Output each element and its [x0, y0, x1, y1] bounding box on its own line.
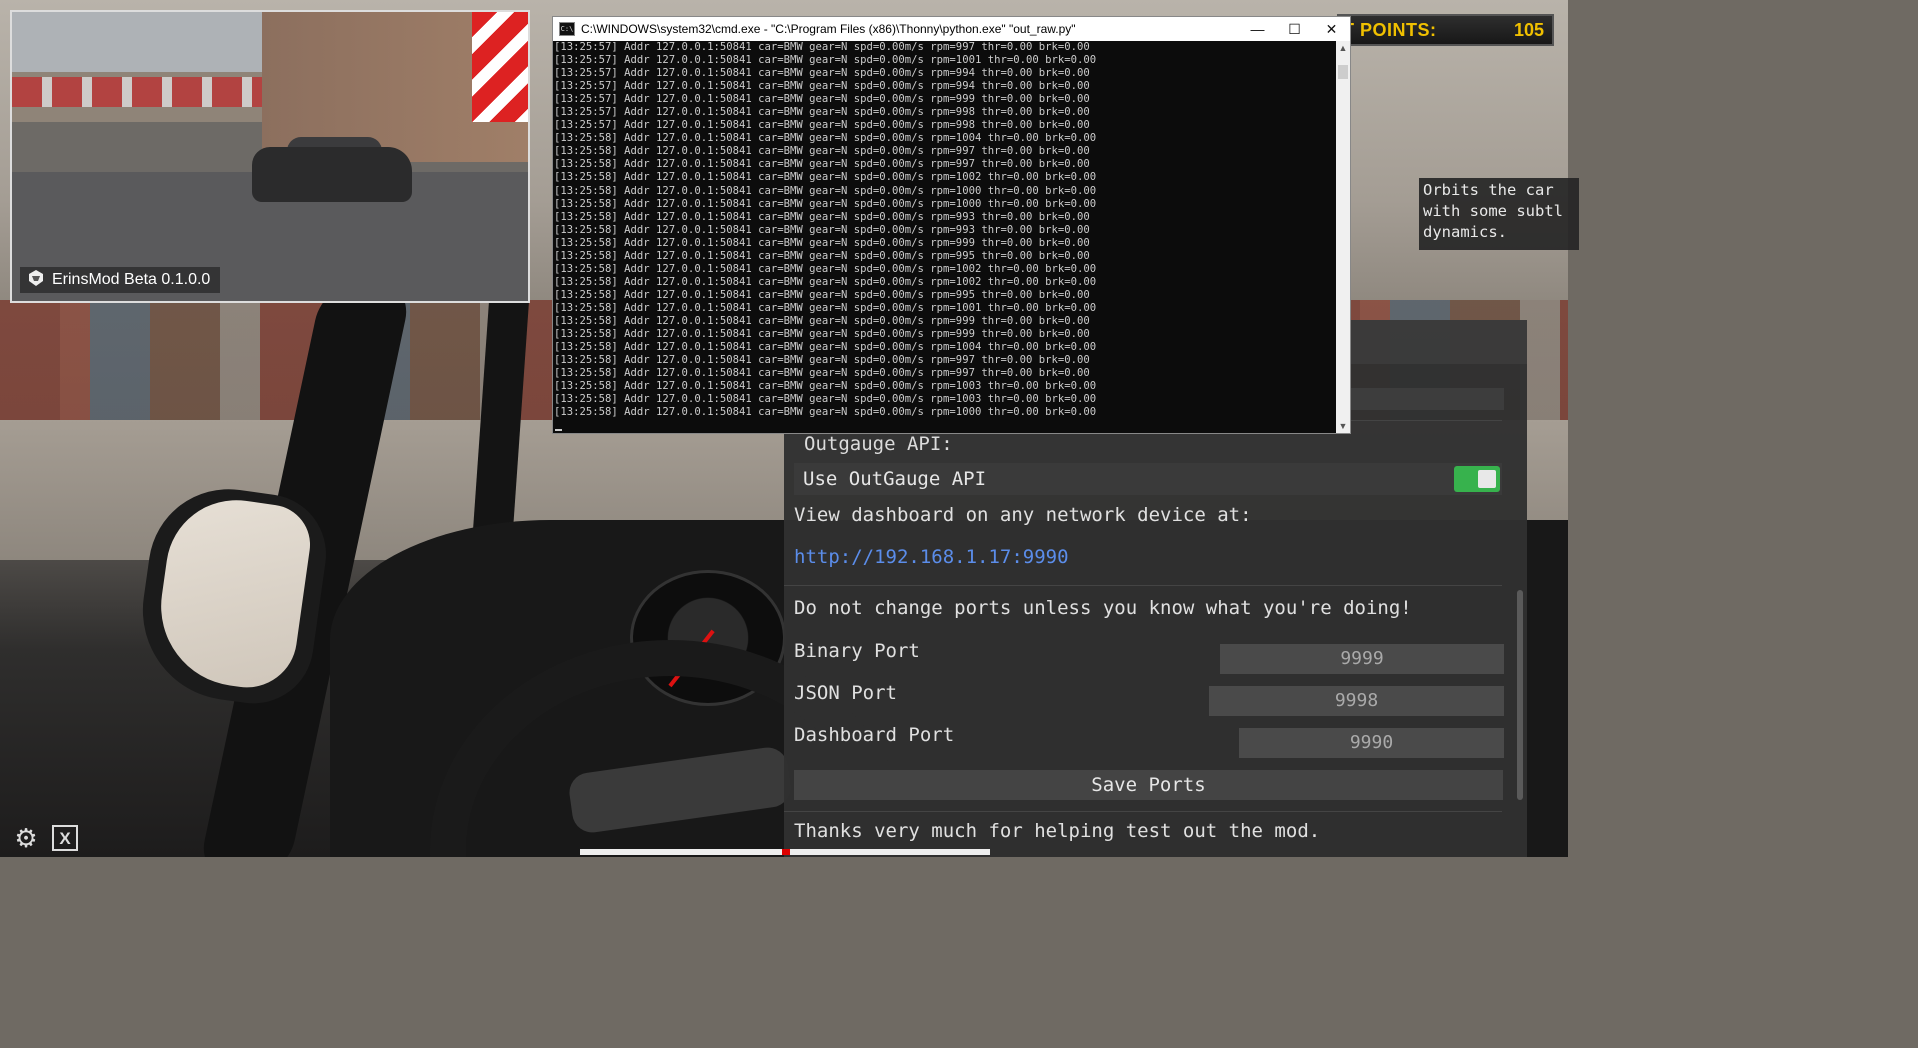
console-line: [13:25:58] Addr 127.0.0.1:50841 car=BMW … [554, 184, 1097, 197]
outgauge-toggle-label: Use OutGauge API [803, 468, 987, 490]
close-button[interactable]: ✕ [1313, 17, 1350, 41]
console-line: [13:25:58] Addr 127.0.0.1:50841 car=BMW … [554, 158, 1090, 171]
cmd-title: C:\WINDOWS\system32\cmd.exe - "C:\Progra… [581, 22, 1076, 36]
console-line: [13:25:58] Addr 127.0.0.1:50841 car=BMW … [554, 354, 1090, 367]
console-line: [13:25:58] Addr 127.0.0.1:50841 car=BMW … [554, 301, 1097, 314]
close-x-icon[interactable]: X [52, 825, 78, 851]
bottom-toolbar: ⚙ X [8, 822, 78, 854]
outgauge-section-title: Outgauge API: [804, 433, 953, 455]
dashboard-port-row: Dashboard Port 9990 [794, 724, 1504, 758]
console-cursor [555, 429, 562, 431]
json-port-input[interactable]: 9998 [1209, 686, 1504, 716]
console-line: [13:25:58] Addr 127.0.0.1:50841 car=BMW … [554, 249, 1090, 262]
mod-version-text: ErinsMod Beta 0.1.0.0 [52, 271, 211, 288]
points-counter: T POINTS: 105 [1337, 14, 1554, 46]
console-line: [13:25:57] Addr 127.0.0.1:50841 car=BMW … [554, 41, 1090, 53]
console-line: [13:25:58] Addr 127.0.0.1:50841 car=BMW … [554, 262, 1097, 275]
console-line: [13:25:58] Addr 127.0.0.1:50841 car=BMW … [554, 236, 1090, 249]
points-label: T POINTS: [1343, 19, 1437, 40]
dashboard-port-input[interactable]: 9990 [1239, 728, 1504, 758]
console-line: [13:25:58] Addr 127.0.0.1:50841 car=BMW … [554, 328, 1090, 341]
scroll-thumb[interactable] [1338, 65, 1348, 79]
maximize-button[interactable]: ☐ [1276, 17, 1313, 41]
thanks-text: Thanks very much for helping test out th… [794, 820, 1321, 842]
console-line: [13:25:58] Addr 127.0.0.1:50841 car=BMW … [554, 367, 1090, 380]
scroll-down-arrow-icon[interactable]: ▼ [1336, 419, 1350, 433]
console-line: [13:25:58] Addr 127.0.0.1:50841 car=BMW … [554, 223, 1090, 236]
dashboard-hint: View dashboard on any network device at: [794, 504, 1252, 526]
binary-port-label: Binary Port [794, 640, 920, 662]
json-port-label: JSON Port [794, 682, 897, 704]
preview-barrier [12, 77, 262, 107]
preview-chevron-sign [472, 12, 528, 122]
panel-field[interactable] [1349, 388, 1504, 410]
mod-logo-icon [26, 268, 46, 293]
console-line: [13:25:57] Addr 127.0.0.1:50841 car=BMW … [554, 119, 1090, 132]
console-line: [13:25:58] Addr 127.0.0.1:50841 car=BMW … [554, 132, 1097, 145]
points-value: 105 [1513, 19, 1544, 40]
console-line: [13:25:58] Addr 127.0.0.1:50841 car=BMW … [554, 406, 1097, 419]
cmd-window: C:\ C:\WINDOWS\system32\cmd.exe - "C:\Pr… [552, 16, 1351, 434]
console-line: [13:25:58] Addr 127.0.0.1:50841 car=BMW … [554, 171, 1097, 184]
json-port-row: JSON Port 9998 [794, 682, 1504, 716]
ports-warning: Do not change ports unless you know what… [794, 597, 1412, 619]
console-line: [13:25:58] Addr 127.0.0.1:50841 car=BMW … [554, 380, 1097, 393]
console-line: [13:25:58] Addr 127.0.0.1:50841 car=BMW … [554, 210, 1090, 223]
binary-port-input[interactable]: 9999 [1220, 644, 1504, 674]
binary-port-row: Binary Port 9999 [794, 640, 1504, 674]
camera-preview: ErinsMod Beta 0.1.0.0 [10, 10, 530, 303]
toggle-knob [1478, 470, 1496, 488]
settings-gear-icon[interactable]: ⚙ [8, 822, 44, 854]
camera-tooltip: Orbits the car with some subtl dynamics. [1419, 178, 1579, 250]
cmd-app-icon: C:\ [559, 22, 575, 36]
console-scrollbar[interactable]: ▲ ▼ [1336, 41, 1350, 433]
console-line: [13:25:57] Addr 127.0.0.1:50841 car=BMW … [554, 54, 1097, 67]
console-line: [13:25:58] Addr 127.0.0.1:50841 car=BMW … [554, 275, 1097, 288]
console-line: [13:25:58] Addr 127.0.0.1:50841 car=BMW … [554, 341, 1097, 354]
minimize-button[interactable]: — [1239, 17, 1276, 41]
panel-header [1349, 320, 1527, 364]
console-line: [13:25:58] Addr 127.0.0.1:50841 car=BMW … [554, 288, 1090, 301]
separator [784, 811, 1502, 812]
dashboard-port-label: Dashboard Port [794, 724, 955, 746]
mod-version-badge: ErinsMod Beta 0.1.0.0 [20, 267, 221, 293]
console-line: [13:25:58] Addr 127.0.0.1:50841 car=BMW … [554, 393, 1097, 406]
outgauge-toggle[interactable] [1454, 466, 1500, 492]
progress-marker [782, 849, 790, 855]
outgauge-toggle-row[interactable]: Use OutGauge API [794, 463, 1502, 495]
console-line: [13:25:57] Addr 127.0.0.1:50841 car=BMW … [554, 93, 1090, 106]
console-line: [13:25:58] Addr 127.0.0.1:50841 car=BMW … [554, 197, 1097, 210]
progress-track [580, 849, 990, 855]
console-line: [13:25:57] Addr 127.0.0.1:50841 car=BMW … [554, 67, 1090, 80]
preview-car [252, 147, 412, 202]
save-ports-button[interactable]: Save Ports [794, 770, 1503, 800]
console-line: [13:25:58] Addr 127.0.0.1:50841 car=BMW … [554, 145, 1090, 158]
dashboard-url-link[interactable]: http://192.168.1.17:9990 [794, 546, 1069, 568]
console-line: [13:25:57] Addr 127.0.0.1:50841 car=BMW … [554, 106, 1090, 119]
separator [784, 585, 1502, 586]
console-line: [13:25:58] Addr 127.0.0.1:50841 car=BMW … [554, 314, 1090, 327]
console-output: [13:25:57] Addr 127.0.0.1:50841 car=BMW … [553, 41, 1337, 433]
scroll-up-arrow-icon[interactable]: ▲ [1336, 41, 1350, 55]
console-line: [13:25:57] Addr 127.0.0.1:50841 car=BMW … [554, 80, 1090, 93]
panel-scrollbar[interactable] [1517, 590, 1523, 800]
cmd-titlebar[interactable]: C:\ C:\WINDOWS\system32\cmd.exe - "C:\Pr… [553, 17, 1350, 41]
